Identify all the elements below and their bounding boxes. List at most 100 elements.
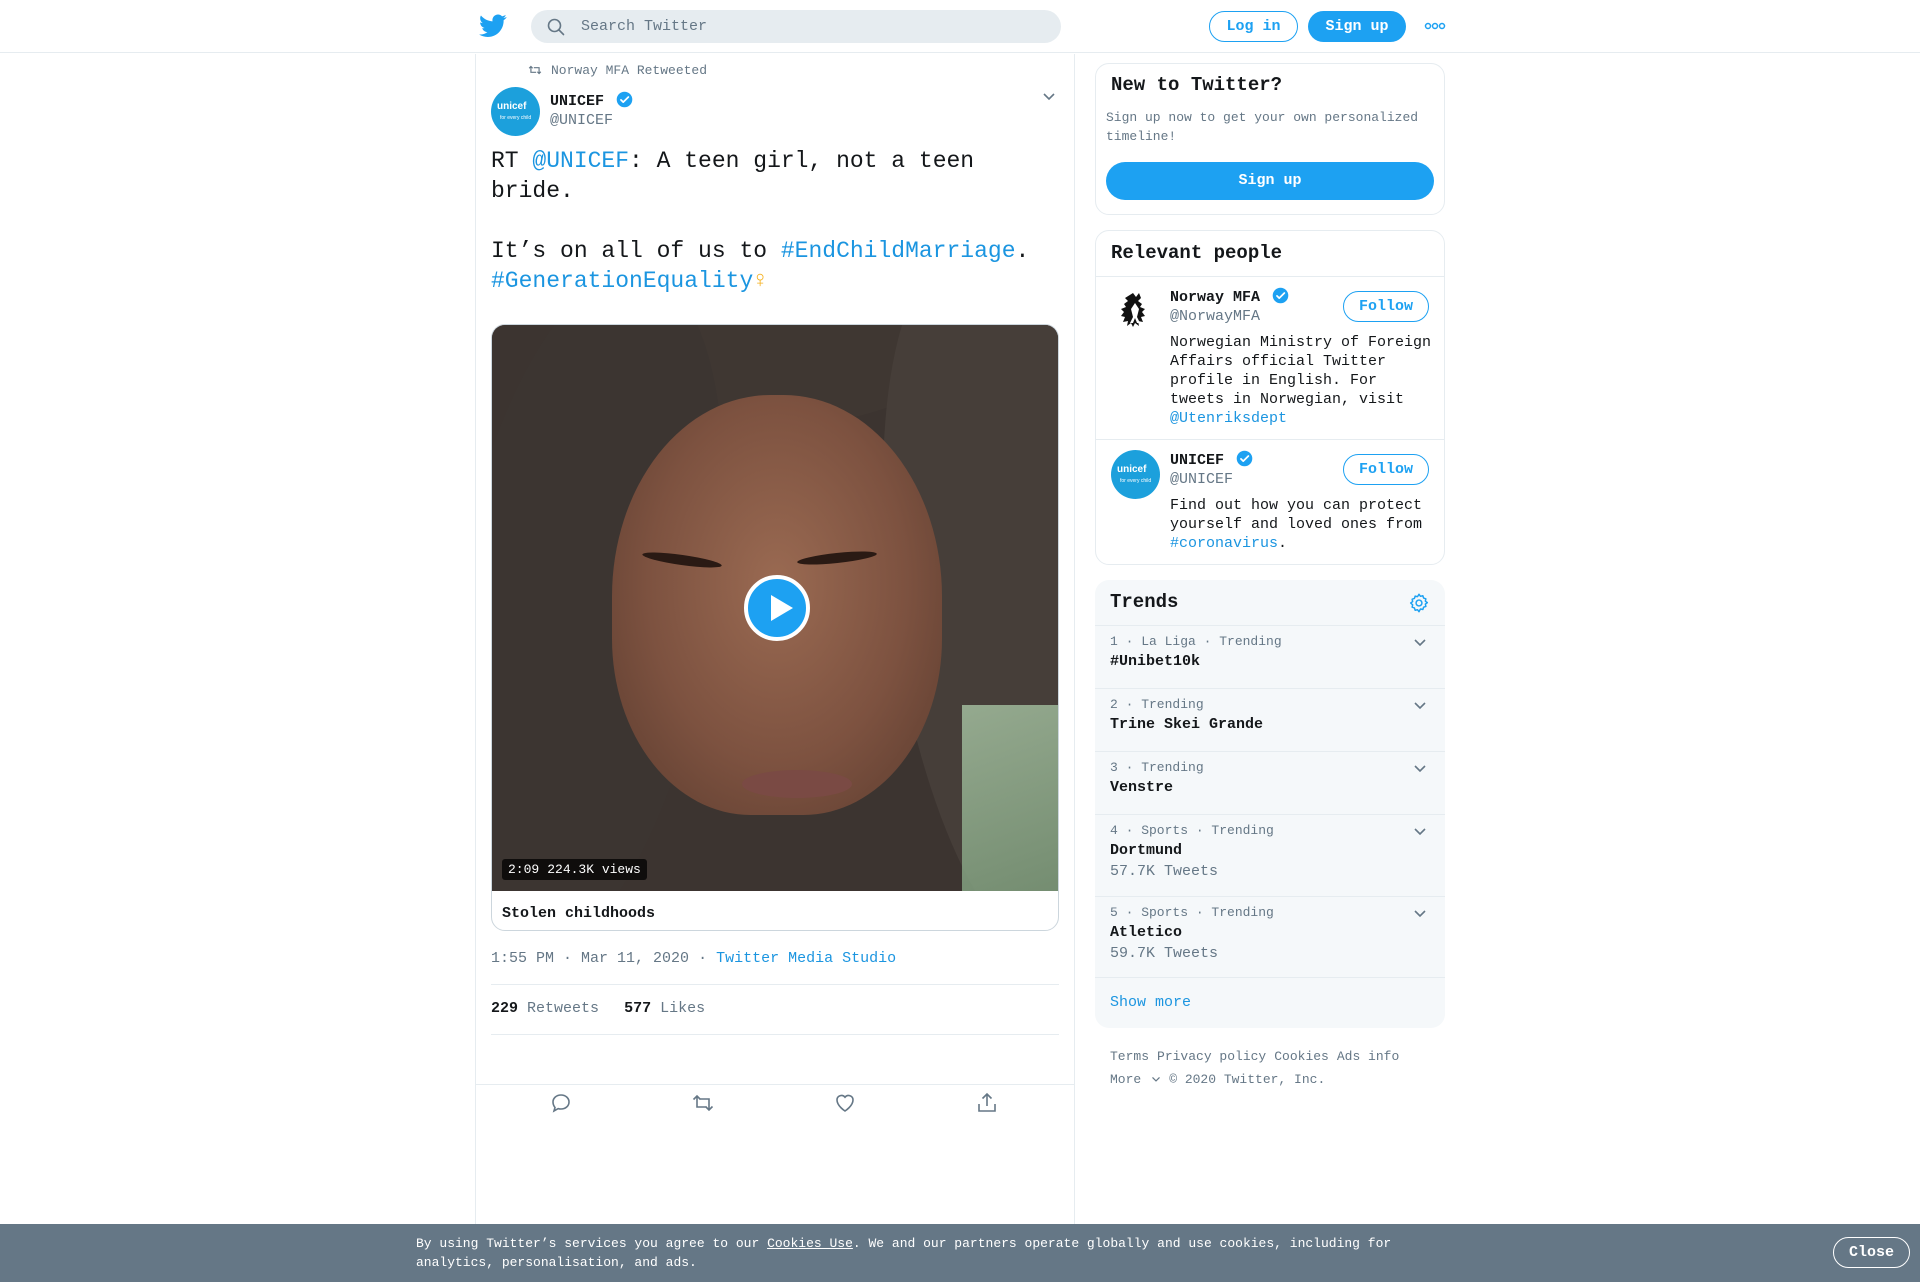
trend-name[interactable]: #Unibet10k	[1110, 653, 1200, 670]
tweet-text: RT @UNICEF: A teen girl, not a teen brid…	[491, 146, 1051, 296]
reply-icon[interactable]	[549, 1091, 573, 1115]
trend-item[interactable]: 4 · Sports · Trending Dortmund 57.7K Twe…	[1095, 814, 1445, 896]
video-card[interactable]: 2:09 224.3K views Stolen childhoods	[491, 324, 1059, 931]
person-bio: Norwegian Ministry of Foreign Affairs of…	[1170, 333, 1435, 428]
bio-mention-link[interactable]: @Utenriksdept	[1170, 410, 1287, 427]
person-bio-text: Norwegian Ministry of Foreign Affairs of…	[1170, 334, 1432, 408]
chevron-down-icon[interactable]	[1413, 638, 1427, 648]
tweet-actions	[491, 1091, 1059, 1121]
hashtag-link-generationequality[interactable]: #GenerationEquality	[491, 268, 753, 294]
sidebar-footer: Terms Privacy policy Cookies Ads info More ©…	[1110, 1045, 1440, 1091]
female-sign-emoji: ♀	[753, 268, 768, 294]
unicef-avatar[interactable]: unicef for every child	[1111, 450, 1160, 499]
person-name-text: UNICEF	[1170, 452, 1225, 469]
author-avatar[interactable]: unicef for every child	[491, 87, 540, 136]
show-more-link[interactable]: Show more	[1110, 994, 1191, 1011]
bio-hashtag-link[interactable]: #coronavirus	[1170, 535, 1278, 552]
person-bio-end: .	[1278, 535, 1288, 552]
chevron-down-icon[interactable]	[1042, 92, 1056, 102]
trend-meta: 3 · Trending	[1110, 760, 1204, 775]
trend-item[interactable]: 1 · La Liga · Trending #Unibet10k	[1095, 625, 1445, 688]
trend-meta: 1 · La Liga · Trending	[1110, 634, 1282, 649]
video-caption: Stolen childhoods	[502, 905, 656, 922]
trend-tweet-count: 59.7K Tweets	[1110, 945, 1219, 962]
more-options-icon[interactable]	[1424, 21, 1446, 31]
trend-name[interactable]: Dortmund	[1110, 842, 1182, 859]
video-frame-mouth	[742, 770, 852, 798]
gear-icon[interactable]	[1408, 592, 1430, 614]
cookie-text-before: By using Twitter’s services you agree to…	[416, 1236, 768, 1251]
signup-button[interactable]: Sign up	[1308, 11, 1406, 42]
cookies-use-link[interactable]: Cookies Use	[767, 1236, 853, 1251]
search-input[interactable]	[581, 10, 1041, 43]
footer-cookies-link[interactable]: Cookies	[1274, 1049, 1329, 1064]
person-item-unicef[interactable]: unicef for every child UNICEF @UNICEF Fo…	[1096, 440, 1444, 564]
trend-meta: 2 · Trending	[1110, 697, 1204, 712]
video-views: 224.3K views	[547, 862, 641, 877]
person-handle[interactable]: @UNICEF	[1170, 471, 1233, 488]
play-button[interactable]	[744, 575, 810, 641]
share-icon[interactable]	[975, 1091, 999, 1115]
retweet-action-icon[interactable]	[691, 1091, 715, 1115]
twitter-logo-icon[interactable]	[479, 14, 507, 38]
sidebar-signup-button[interactable]: Sign up	[1106, 162, 1434, 200]
retweet-context: Norway MFA Retweeted	[528, 63, 707, 79]
follow-button-norwaymfa[interactable]: Follow	[1343, 291, 1429, 322]
trend-tweet-count: 57.7K Tweets	[1110, 863, 1219, 880]
author-name[interactable]: UNICEF	[550, 91, 633, 110]
trend-name[interactable]: Venstre	[1110, 779, 1173, 796]
person-handle[interactable]: @NorwayMFA	[1170, 308, 1260, 325]
hashtag-link-endchildmarriage[interactable]: #EndChildMarriage	[781, 238, 1016, 264]
author-handle[interactable]: @UNICEF	[550, 112, 613, 129]
trend-item[interactable]: 5 · Sports · Trending Atletico 59.7K Twe…	[1095, 896, 1445, 978]
relevant-people-card: Relevant people Norway MFA @NorwayMFA Fo…	[1095, 230, 1445, 565]
retweets-label[interactable]: Retweets	[527, 1000, 599, 1017]
verified-badge-icon	[616, 91, 633, 108]
mention-link[interactable]: @UNICEF	[532, 148, 629, 174]
divider	[491, 984, 1059, 985]
search-box[interactable]	[531, 10, 1061, 43]
unicef-avatar-logo-sub: for every child	[500, 115, 532, 121]
trend-name[interactable]: Trine Skei Grande	[1110, 716, 1263, 733]
retweets-count[interactable]: 229	[491, 1000, 518, 1017]
likes-count[interactable]: 577	[624, 1000, 651, 1017]
trend-name[interactable]: Atletico	[1110, 924, 1182, 941]
person-name[interactable]: UNICEF	[1170, 450, 1253, 469]
likes-label[interactable]: Likes	[660, 1000, 705, 1017]
trends-card: Trends 1 · La Liga · Trending #Unibet10k…	[1095, 580, 1445, 1028]
footer-privacy-link[interactable]: Privacy policy	[1157, 1049, 1266, 1064]
chevron-down-icon[interactable]	[1413, 764, 1427, 774]
footer-ads-link[interactable]: Ads info	[1337, 1049, 1399, 1064]
footer-copyright: © 2020 Twitter, Inc.	[1169, 1072, 1326, 1087]
trend-item[interactable]: 2 · Trending Trine Skei Grande	[1095, 688, 1445, 751]
chevron-down-icon	[1152, 1076, 1161, 1082]
chevron-down-icon[interactable]	[1413, 701, 1427, 711]
unicef-avatar-logo: unicef	[1117, 464, 1147, 475]
like-icon[interactable]	[833, 1091, 857, 1115]
trend-item[interactable]: 3 · Trending Venstre	[1095, 751, 1445, 814]
person-item-norwaymfa[interactable]: Norway MFA @NorwayMFA Follow Norwegian M…	[1096, 277, 1444, 442]
login-button[interactable]: Log in	[1209, 11, 1298, 42]
video-duration: 2:09	[508, 862, 540, 877]
footer-terms-link[interactable]: Terms	[1110, 1049, 1149, 1064]
author-name-text: UNICEF	[550, 93, 605, 110]
norway-mfa-avatar[interactable]	[1111, 287, 1160, 336]
video-frame-background	[962, 705, 1058, 891]
footer-more-link[interactable]: More	[1110, 1072, 1161, 1087]
close-button[interactable]: Close	[1833, 1237, 1910, 1268]
cookie-banner-text: By using Twitter’s services you agree to…	[416, 1234, 1406, 1272]
new-to-twitter-card: New to Twitter? Sign up now to get your …	[1095, 63, 1445, 215]
cookie-banner: By using Twitter’s services you agree to…	[0, 1224, 1920, 1282]
person-name[interactable]: Norway MFA	[1170, 287, 1289, 306]
tweet-time[interactable]: 1:55 PM · Mar 11, 2020	[491, 950, 689, 967]
unicef-avatar-logo: unicef	[497, 101, 527, 112]
follow-button-unicef[interactable]: Follow	[1343, 454, 1429, 485]
chevron-down-icon[interactable]	[1413, 827, 1427, 837]
chevron-down-icon[interactable]	[1413, 909, 1427, 919]
video-player[interactable]: 2:09 224.3K views	[492, 325, 1058, 891]
tweet-source-link[interactable]: Twitter Media Studio	[716, 950, 896, 967]
verified-badge-icon	[1272, 287, 1289, 304]
tweet-text-line2: It’s on all of us to	[491, 238, 781, 264]
unicef-avatar-logo-sub: for every child	[1120, 478, 1152, 484]
norway-coat-of-arms-icon	[1121, 293, 1145, 327]
